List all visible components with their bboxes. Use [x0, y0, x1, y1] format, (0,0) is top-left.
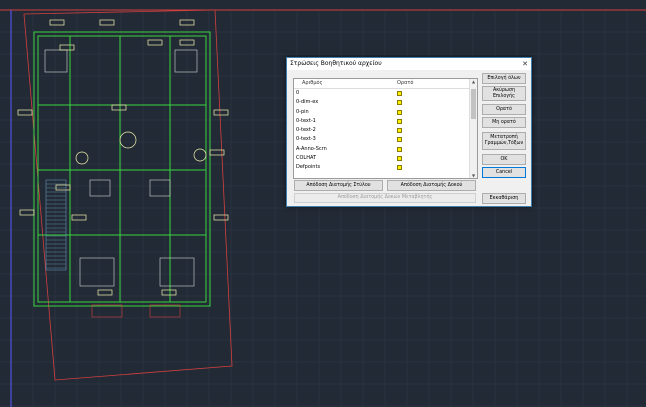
layer-name: 0 [296, 90, 300, 96]
layer-name: A-Anno-Scrn [296, 145, 327, 152]
cancel-button[interactable]: Cancel [482, 167, 526, 178]
window-tag [111, 104, 127, 111]
assign-variable-beam-button: Απόδοση Διατομής Δοκών Μεταβλητής [294, 193, 476, 203]
layer-visible-swatch[interactable] [397, 109, 402, 115]
close-icon[interactable]: ✕ [522, 58, 528, 70]
layer-row[interactable]: Defpoints [294, 163, 477, 172]
layer-name: 0-text-1 [296, 117, 316, 124]
layer-visible-swatch[interactable] [397, 100, 402, 106]
layer-visible-swatch[interactable] [397, 91, 402, 96]
layer-rows: 0 0-dim-ex 0-pin 0-text-1 0-text-2 0-text-3 A-… [294, 89, 477, 173]
layer-visible-swatch[interactable] [397, 137, 402, 143]
layer-visible-swatch[interactable] [397, 118, 402, 124]
stairs [45, 179, 67, 271]
column-visible[interactable]: Ορατό [397, 79, 413, 88]
window-tag [161, 289, 177, 296]
window-tag [213, 214, 229, 221]
layer-visible-swatch[interactable] [397, 156, 402, 162]
window-tag [97, 289, 113, 296]
window-tag [59, 44, 75, 51]
clear-button[interactable]: Εκκαθάριση [482, 193, 526, 204]
window-tag [99, 19, 115, 26]
window-tag [49, 19, 65, 26]
layer-row[interactable]: 0-pin [294, 108, 477, 117]
layer-row[interactable]: 0-dim-ex [294, 98, 477, 107]
ok-button[interactable]: OK [482, 154, 526, 165]
column-number[interactable]: Αριθμός [302, 79, 323, 88]
layer-name: Defpoints [296, 164, 321, 171]
window-tag [19, 209, 35, 216]
assign-beam-section-button[interactable]: Απόδοση Διατομής Δοκού [387, 180, 476, 191]
scroll-thumb[interactable] [471, 89, 476, 119]
layer-row[interactable]: 0-text-3 [294, 135, 477, 144]
layer-name: 0-dim-ex [296, 99, 319, 106]
dialog-titlebar: Στρώσεις Βοηθητικού αρχείου ✕ [287, 58, 531, 70]
not-visible-button[interactable]: Μη ορατό [482, 117, 526, 128]
layer-name: 0-text-3 [296, 136, 316, 143]
assign-column-section-button[interactable]: Απόδοση Διατομής Στύλου [294, 180, 383, 191]
layer-row[interactable]: A-Anno-Scrn [294, 145, 477, 154]
window-tag [71, 214, 87, 221]
layer-list-header: Αριθμός Ορατό [294, 79, 477, 89]
window-tag [147, 39, 163, 46]
layer-visible-swatch[interactable] [397, 165, 402, 171]
layer-name: 0-text-2 [296, 127, 316, 134]
window-tag [17, 109, 33, 116]
layer-row[interactable]: 0-text-2 [294, 126, 477, 135]
list-scrollbar[interactable]: ▲ ▼ [469, 79, 477, 178]
window-tags [17, 19, 229, 296]
dialog-title: Στρώσεις Βοηθητικού αρχείου [290, 60, 382, 67]
layer-row[interactable]: COLHAT [294, 154, 477, 163]
layer-visible-swatch[interactable] [397, 146, 402, 152]
layer-row[interactable]: 0 [294, 89, 477, 98]
stair-treads [46, 183, 66, 269]
layer-visible-swatch[interactable] [397, 128, 402, 134]
layer-name: 0-pin [296, 108, 309, 115]
select-all-button[interactable]: Επιλογή όλων [482, 73, 526, 84]
layers-dialog: Στρώσεις Βοηθητικού αρχείου ✕ Αριθμός Ορ… [286, 57, 532, 207]
layer-list[interactable]: Αριθμός Ορατό 0 0-dim-ex 0-pin 0-text-1 0-te… [293, 78, 478, 179]
convert-lines-button[interactable]: Μετατροπή Γραμμών,Τόξων [482, 132, 526, 150]
deselect-button[interactable]: Ακύρωση Επιλογής [482, 86, 526, 101]
scroll-down-icon[interactable]: ▼ [470, 173, 477, 178]
layer-row[interactable]: 0-text-1 [294, 117, 477, 126]
visible-button[interactable]: Ορατό [482, 104, 526, 115]
window-tag [213, 109, 229, 116]
layer-name: COLHAT [296, 155, 317, 162]
scroll-up-icon[interactable]: ▲ [470, 79, 477, 84]
